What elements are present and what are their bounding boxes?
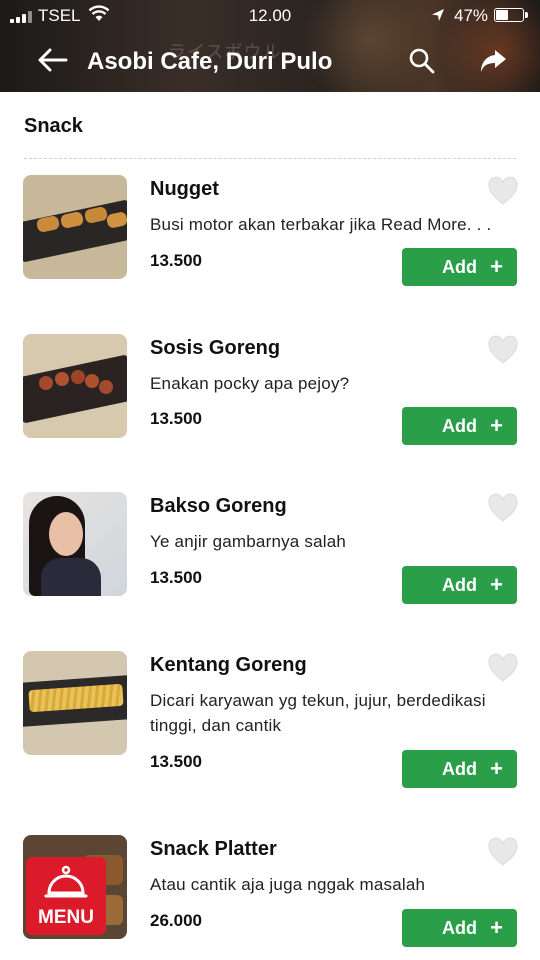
menu-button[interactable]: MENU	[26, 857, 106, 935]
add-label: Add	[442, 257, 477, 277]
add-button[interactable]: Add +	[402, 248, 517, 286]
item-name: Bakso Goreng	[150, 495, 287, 517]
share-icon[interactable]	[478, 46, 508, 76]
menu-label: MENU	[38, 907, 94, 928]
item-description[interactable]: Ye anjir gambarnya salah	[150, 529, 520, 554]
fried-sausage-photo[interactable]	[23, 334, 127, 438]
add-label: Add	[442, 575, 477, 595]
heart-icon[interactable]	[487, 176, 519, 206]
french-fries-photo[interactable]	[23, 651, 127, 755]
plus-icon: +	[490, 254, 503, 279]
add-label: Add	[442, 759, 477, 779]
section-title: Snack	[24, 115, 83, 137]
heart-icon[interactable]	[487, 493, 519, 523]
plus-icon: +	[490, 756, 503, 781]
battery-icon	[494, 8, 528, 22]
item-description[interactable]: Dicari karyawan yg tekun, jujur, berdedi…	[150, 688, 520, 738]
plus-icon: +	[490, 572, 503, 597]
add-label: Add	[442, 918, 477, 938]
item-price: 13.500	[150, 568, 202, 587]
status-bar: TSEL 12.00 47%	[0, 0, 540, 32]
item-price: 13.500	[150, 409, 202, 428]
plus-icon: +	[490, 413, 503, 438]
header: ライスボウル TSEL 12.00 47% Asobi Cafe, Duri P…	[0, 0, 540, 92]
location-arrow-icon	[432, 9, 444, 21]
heart-icon[interactable]	[487, 335, 519, 365]
heart-icon[interactable]	[487, 837, 519, 867]
item-price: 13.500	[150, 752, 202, 771]
selfie-photo[interactable]	[23, 492, 127, 596]
add-button[interactable]: Add +	[402, 909, 517, 947]
battery-percent: 47%	[454, 6, 489, 25]
search-icon[interactable]	[408, 47, 436, 75]
plus-icon: +	[490, 915, 503, 940]
item-description[interactable]: Atau cantik aja juga nggak masalah	[150, 872, 520, 897]
divider	[24, 158, 516, 159]
item-price: 13.500	[150, 251, 202, 270]
add-label: Add	[442, 416, 477, 436]
item-name: Sosis Goreng	[150, 337, 281, 359]
add-button[interactable]: Add +	[402, 750, 517, 788]
back-arrow-icon[interactable]	[36, 46, 68, 74]
item-description[interactable]: Enakan pocky apa pejoy?	[150, 371, 520, 396]
cloche-icon	[44, 865, 88, 898]
add-button[interactable]: Add +	[402, 407, 517, 445]
nuggets-photo[interactable]	[23, 175, 127, 279]
heart-icon[interactable]	[487, 653, 519, 683]
item-price: 26.000	[150, 911, 202, 930]
item-name: Nugget	[150, 178, 219, 200]
item-name: Kentang Goreng	[150, 654, 307, 676]
page-title: Asobi Cafe, Duri Pulo	[87, 48, 333, 75]
item-description[interactable]: Busi motor akan terbakar jika Read More.…	[150, 212, 520, 237]
add-button[interactable]: Add +	[402, 566, 517, 604]
item-name: Snack Platter	[150, 838, 277, 860]
